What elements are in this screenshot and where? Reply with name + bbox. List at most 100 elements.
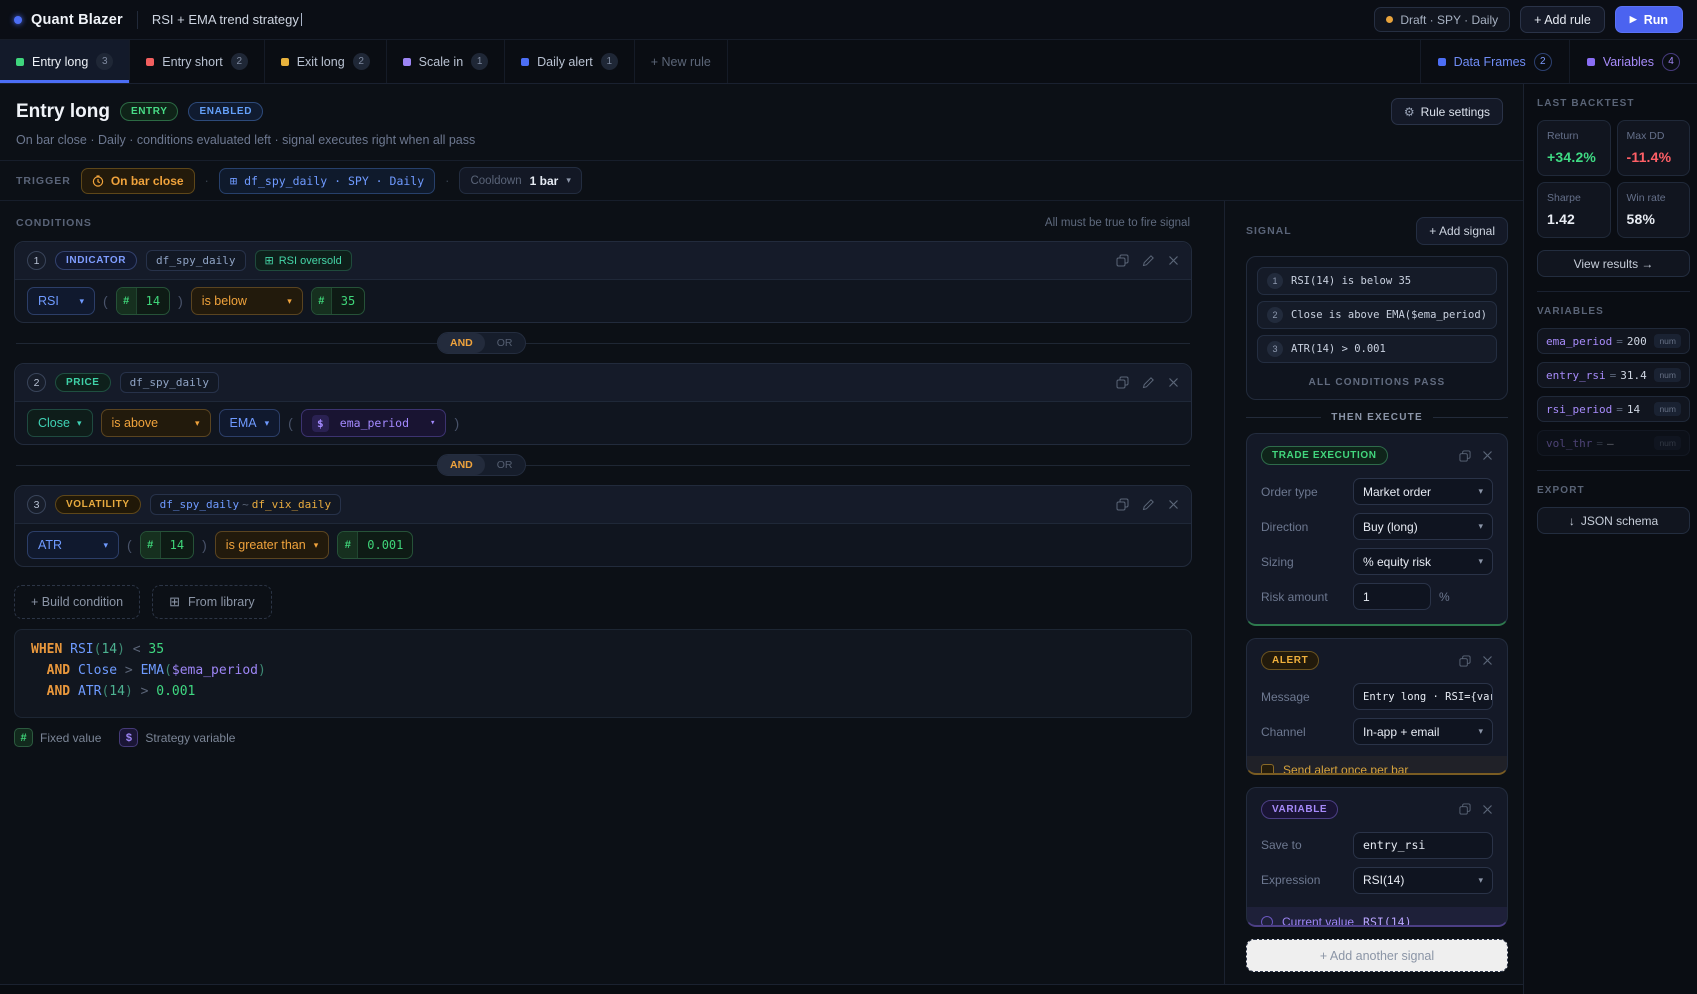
add-another-signal-button[interactable]: + Add another signal <box>1246 939 1508 972</box>
sizing-select[interactable]: % equity risk ▾ <box>1353 548 1493 575</box>
variable-name: rsi_period <box>1546 403 1612 416</box>
channel-select[interactable]: In-app + email ▾ <box>1353 718 1493 745</box>
close-icon[interactable] <box>1168 377 1179 388</box>
tab-daily-alert[interactable]: Daily alert 1 <box>505 40 635 83</box>
period-value: 14 <box>137 288 169 314</box>
close-icon[interactable] <box>1482 655 1493 666</box>
condition-card-1: 1 INDICATOR df_spy_daily ⊞ RSI oversold <box>14 241 1192 323</box>
and-or-toggle[interactable]: AND OR <box>437 454 526 476</box>
threshold-value-input[interactable]: # 35 <box>311 287 365 315</box>
data-frames-tab[interactable]: Data Frames 2 <box>1420 40 1569 83</box>
and-or-toggle[interactable]: AND OR <box>437 332 526 354</box>
variable-note-label: Current value <box>1282 915 1354 928</box>
equals-sign: = <box>1616 403 1623 416</box>
variable-row-entry-rsi[interactable]: entry_rsi = 31.4 num <box>1537 362 1690 388</box>
add-signal-button[interactable]: + Add signal <box>1416 217 1508 245</box>
stat-label: Return <box>1547 130 1601 142</box>
duplicate-icon[interactable] <box>1116 376 1129 389</box>
tab-exit-long[interactable]: Exit long 2 <box>265 40 387 83</box>
operator-select[interactable]: is greater than ▾ <box>215 531 329 559</box>
sizing-label: Sizing <box>1261 555 1345 569</box>
variable-row-ema-period[interactable]: ema_period = 200 num <box>1537 328 1690 354</box>
period-value-input[interactable]: # 14 <box>140 531 194 559</box>
indicator-select[interactable]: EMA ▾ <box>219 409 281 437</box>
build-condition-button[interactable]: + Build condition <box>14 585 140 619</box>
variable-row-vol-thr[interactable]: vol_thr = — num <box>1537 430 1690 456</box>
close-icon[interactable] <box>1482 450 1493 461</box>
direction-select[interactable]: Buy (long) ▾ <box>1353 513 1493 540</box>
from-library-button[interactable]: ⊞ From library <box>152 585 272 619</box>
strategy-title-input[interactable]: RSI + EMA trend strategy <box>152 12 303 27</box>
operator-select[interactable]: is above ▾ <box>101 409 211 437</box>
signal-panel: SIGNAL + Add signal 1 RSI(14) is below 3… <box>1224 201 1523 984</box>
save-to-input[interactable]: entry_rsi <box>1353 832 1493 859</box>
indicator-select-value: RSI <box>38 294 59 308</box>
close-icon[interactable] <box>1168 499 1179 510</box>
variable-value: 200 <box>1627 335 1647 348</box>
operator-select[interactable]: is below ▾ <box>191 287 303 315</box>
signal-condition-item[interactable]: 2 Close is above EMA($ema_period) <box>1257 301 1497 329</box>
edit-icon[interactable] <box>1142 376 1155 389</box>
checkbox-icon[interactable] <box>1261 764 1274 775</box>
alert-option-row-clipped[interactable]: Send alert once per bar <box>1247 756 1507 775</box>
variable-row-rsi-period[interactable]: rsi_period = 14 num <box>1537 396 1690 422</box>
condition-dataframe-chip[interactable]: df_spy_daily~df_vix_daily <box>150 494 342 515</box>
strategy-status-pill[interactable]: Draft · SPY · Daily <box>1374 7 1510 32</box>
view-results-button[interactable]: View results → <box>1537 250 1690 277</box>
add-rule-button[interactable]: + Add rule <box>1520 6 1605 33</box>
tab-entry-long[interactable]: Entry long 3 <box>0 40 130 83</box>
variable-select[interactable]: $ ema_period ▾ <box>301 409 447 437</box>
divider <box>137 11 138 29</box>
chevron-down-icon: ▾ <box>1478 487 1483 496</box>
and-option[interactable]: AND <box>438 455 485 475</box>
trigger-dataframe-pill[interactable]: ⊞ df_spy_daily · SPY · Daily <box>219 168 435 194</box>
duplicate-icon[interactable] <box>1116 498 1129 511</box>
expression-select[interactable]: RSI(14) ▾ <box>1353 867 1493 894</box>
or-option[interactable]: OR <box>485 455 525 475</box>
new-rule-tab[interactable]: + New rule <box>635 40 728 83</box>
price-field-select[interactable]: Close ▾ <box>27 409 93 437</box>
signal-item-number: 3 <box>1267 341 1283 357</box>
condition-type-badge: INDICATOR <box>55 251 137 270</box>
clock-icon <box>92 175 104 187</box>
indicator-select[interactable]: RSI ▾ <box>27 287 95 315</box>
variables-tab[interactable]: Variables 4 <box>1569 40 1697 83</box>
trigger-on-bar-close-pill[interactable]: On bar close <box>81 168 195 194</box>
indicator-select[interactable]: ATR ▾ <box>27 531 119 559</box>
tab-scale-in[interactable]: Scale in 1 <box>387 40 505 83</box>
rule-canvas: Entry long ENTRY ENABLED ⚙ Rule settings… <box>0 84 1523 985</box>
edit-icon[interactable] <box>1142 254 1155 267</box>
duplicate-icon[interactable] <box>1459 803 1471 815</box>
or-option[interactable]: OR <box>485 333 525 353</box>
threshold-value-input[interactable]: # 0.001 <box>337 531 413 559</box>
tab-label: Daily alert <box>537 55 593 69</box>
json-schema-button[interactable]: ↓ JSON schema <box>1537 507 1690 534</box>
condition-dataframe-chip[interactable]: df_spy_daily <box>120 372 219 393</box>
and-option[interactable]: AND <box>438 333 485 353</box>
close-icon[interactable] <box>1482 804 1493 815</box>
period-value-input[interactable]: # 14 <box>116 287 170 315</box>
tab-color-dot <box>16 58 24 66</box>
edit-icon[interactable] <box>1142 498 1155 511</box>
rule-settings-button[interactable]: ⚙ Rule settings <box>1391 98 1503 125</box>
duplicate-icon[interactable] <box>1116 254 1129 267</box>
duplicate-icon[interactable] <box>1459 450 1471 462</box>
signal-condition-item[interactable]: 1 RSI(14) is below 35 <box>1257 267 1497 295</box>
chevron-down-icon: ▾ <box>1478 727 1483 736</box>
order-type-select[interactable]: Market order ▾ <box>1353 478 1493 505</box>
risk-amount-label: Risk amount <box>1261 590 1345 604</box>
equals-sign: = <box>1596 437 1603 450</box>
risk-amount-input[interactable]: 1 <box>1353 583 1431 610</box>
variable-name: ema_period <box>1546 335 1612 348</box>
close-icon[interactable] <box>1168 255 1179 266</box>
variable-badge: VARIABLE <box>1261 800 1338 819</box>
condition-dataframe-chip[interactable]: df_spy_daily <box>146 250 245 271</box>
variable-name: vol_thr <box>1546 437 1592 450</box>
condition-preset-chip[interactable]: ⊞ RSI oversold <box>255 250 352 271</box>
duplicate-icon[interactable] <box>1459 655 1471 667</box>
cooldown-select[interactable]: Cooldown 1 bar ▾ <box>459 167 581 194</box>
message-input[interactable]: Entry long · RSI={var. <box>1353 683 1493 710</box>
run-button[interactable]: ▶ Run <box>1615 6 1683 33</box>
signal-condition-item[interactable]: 3 ATR(14) > 0.001 <box>1257 335 1497 363</box>
tab-entry-short[interactable]: Entry short 2 <box>130 40 264 83</box>
